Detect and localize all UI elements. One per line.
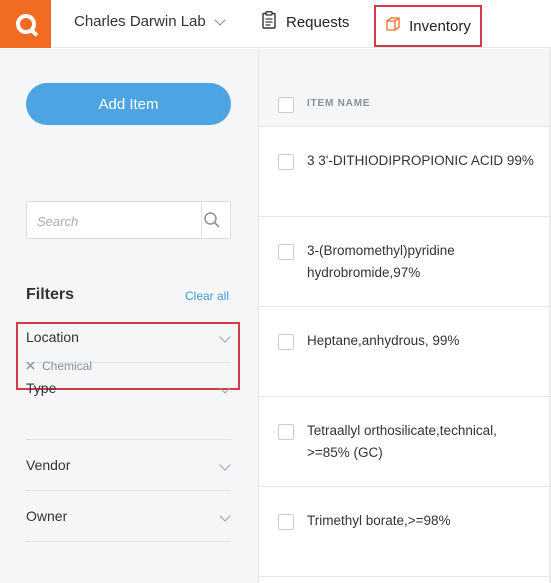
search-box: [26, 201, 231, 239]
filter-owner-label: Owner: [26, 508, 68, 524]
table-row[interactable]: Trimethyl borate,>=98%: [259, 487, 551, 577]
divider: [26, 541, 231, 542]
filters-title: Filters: [26, 286, 75, 303]
filter-owner[interactable]: Owner: [26, 508, 231, 524]
item-name[interactable]: Heptane,anhydrous, 99%: [307, 330, 543, 352]
inventory-list: ITEM NAME 3 3'-DITHIODIPROPIONIC ACID 99…: [259, 49, 551, 583]
chevron-down-icon: [214, 13, 226, 26]
search-icon[interactable]: [203, 211, 221, 234]
row-checkbox[interactable]: [278, 424, 294, 440]
close-icon[interactable]: [26, 359, 35, 373]
sidebar: Add Item Filters Clear all: [0, 49, 259, 583]
divider: [26, 490, 231, 491]
table-row[interactable]: 3-(Bromomethyl)pyridine hydrobromide,97%: [259, 217, 551, 307]
filter-type[interactable]: Type: [26, 380, 231, 396]
table-row[interactable]: Tetraallyl orthosilicate,technical, >=85…: [259, 397, 551, 487]
table-row[interactable]: Heptane,anhydrous, 99%: [259, 307, 551, 397]
search-input[interactable]: [37, 211, 197, 231]
table-row[interactable]: 3 3'-DITHIODIPROPIONIC ACID 99%: [259, 127, 551, 217]
clear-all-link[interactable]: Clear all: [185, 289, 229, 303]
row-checkbox[interactable]: [278, 334, 294, 350]
column-item-name[interactable]: ITEM NAME: [307, 98, 370, 109]
app-logo-icon[interactable]: [0, 0, 51, 48]
select-all-checkbox[interactable]: [278, 97, 294, 113]
nav-inventory-label: Inventory: [409, 17, 471, 35]
chevron-down-icon: [219, 459, 231, 471]
filter-vendor[interactable]: Vendor: [26, 457, 231, 473]
clipboard-icon: [262, 11, 276, 33]
search-divider: [201, 202, 202, 238]
nav-requests[interactable]: Requests: [262, 11, 349, 33]
row-checkbox[interactable]: [278, 154, 294, 170]
row-checkbox[interactable]: [278, 244, 294, 260]
divider: [26, 439, 231, 440]
nav-inventory[interactable]: Inventory: [374, 5, 482, 47]
nav-requests-label: Requests: [286, 13, 350, 31]
top-bar: Charles Darwin Lab Requests Inventory: [0, 0, 551, 48]
lab-name: Charles Darwin Lab: [74, 13, 206, 30]
item-name[interactable]: Trimethyl borate,>=98%: [307, 510, 543, 532]
lab-selector[interactable]: Charles Darwin Lab: [74, 13, 226, 30]
item-name[interactable]: Tetraallyl orthosilicate,technical, >=85…: [307, 420, 543, 464]
item-name[interactable]: 3 3'-DITHIODIPROPIONIC ACID 99%: [307, 150, 543, 172]
filter-vendor-label: Vendor: [26, 457, 71, 473]
box-icon: [385, 16, 401, 36]
filter-chip-chemical[interactable]: Chemical: [26, 359, 92, 373]
chevron-down-icon: [219, 382, 231, 394]
filter-chip-label: Chemical: [42, 359, 93, 373]
chevron-down-icon: [219, 510, 231, 522]
table-header: ITEM NAME: [259, 49, 551, 127]
filter-type-label: Type: [26, 380, 57, 396]
add-item-button[interactable]: Add Item: [26, 83, 231, 125]
row-checkbox[interactable]: [278, 514, 294, 530]
item-name[interactable]: 3-(Bromomethyl)pyridine hydrobromide,97%: [307, 240, 543, 284]
